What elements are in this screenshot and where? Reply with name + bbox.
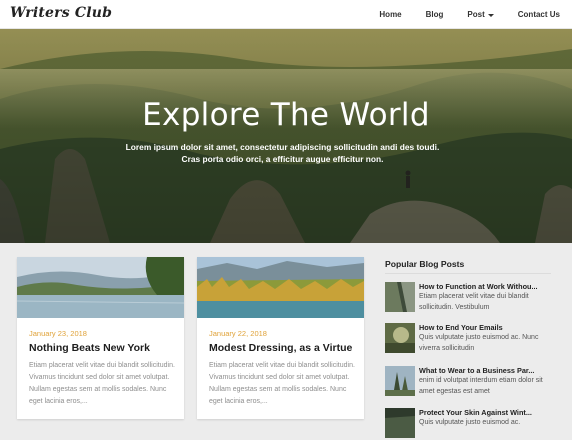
blog-card[interactable]: January 22, 2018 Modest Dressing, as a V…: [197, 257, 364, 419]
card-image-lake[interactable]: [17, 257, 184, 318]
nav-post-label: Post: [467, 10, 485, 19]
site-logo[interactable]: Writers Club: [10, 5, 112, 21]
site-header: Writers Club Home Blog Post Contact Us: [0, 0, 572, 29]
post-excerpt: Quis vulputate justo euismod ac. Nunc vi…: [419, 334, 539, 352]
post-title[interactable]: How to Function at Work Withou...: [419, 282, 538, 291]
popular-post[interactable]: What to Wear to a Business Par... enim i…: [385, 366, 565, 398]
card-excerpt: Etiam placerat velit vitae dui blandit s…: [29, 362, 175, 405]
post-thumbnail[interactable]: [385, 282, 415, 312]
nav-contact-label: Contact Us: [517, 10, 560, 19]
hero-title: Explore The World: [142, 97, 430, 133]
card-image-forest-lake[interactable]: [197, 257, 364, 318]
post-excerpt: Quis vulputate justo euismod ac.: [419, 419, 521, 426]
card-date: January 23, 2018: [29, 329, 87, 338]
nav-contact[interactable]: Contact Us: [506, 10, 560, 19]
hero-subtitle-line2: Cras porta odio orci, a efficitur augue …: [181, 154, 384, 164]
post-title[interactable]: Protect Your Skin Against Wint...: [419, 408, 532, 417]
popular-post[interactable]: How to Function at Work Withou... Etiam …: [385, 282, 565, 314]
sidebar-divider: [385, 273, 551, 274]
post-excerpt: enim id volutpat interdum etiam dolor si…: [419, 377, 543, 395]
post-title[interactable]: What to Wear to a Business Par...: [419, 366, 534, 375]
chevron-down-icon: [487, 13, 494, 17]
nav-blog-label: Blog: [425, 10, 444, 19]
post-thumbnail[interactable]: [385, 323, 415, 353]
card-title[interactable]: Nothing Beats New York: [29, 342, 150, 354]
hero-banner: Explore The World Lorem ipsum dolor sit …: [0, 29, 572, 243]
sidebar-title: Popular Blog Posts: [385, 259, 465, 269]
main-nav: Home Blog Post Contact Us: [367, 0, 560, 29]
hero-landscape-image: [0, 29, 572, 243]
nav-home-label: Home: [379, 10, 402, 19]
blog-card[interactable]: January 23, 2018 Nothing Beats New York …: [17, 257, 184, 419]
popular-post[interactable]: Protect Your Skin Against Wint... Quis v…: [385, 408, 565, 440]
post-thumbnail[interactable]: [385, 366, 415, 396]
post-excerpt: Etiam placerat velit vitae dui blandit s…: [419, 293, 529, 311]
nav-post-dropdown[interactable]: Post: [455, 10, 505, 19]
popular-post[interactable]: How to End Your Emails Quis vulputate ju…: [385, 323, 565, 355]
nav-blog[interactable]: Blog: [414, 10, 456, 19]
nav-home[interactable]: Home: [367, 10, 413, 19]
post-thumbnail[interactable]: [385, 408, 415, 438]
card-title[interactable]: Modest Dressing, as a Virtue: [209, 342, 352, 354]
card-date: January 22, 2018: [209, 329, 267, 338]
post-title[interactable]: How to End Your Emails: [419, 323, 503, 332]
card-excerpt: Etiam placerat velit vitae dui blandit s…: [209, 362, 355, 405]
